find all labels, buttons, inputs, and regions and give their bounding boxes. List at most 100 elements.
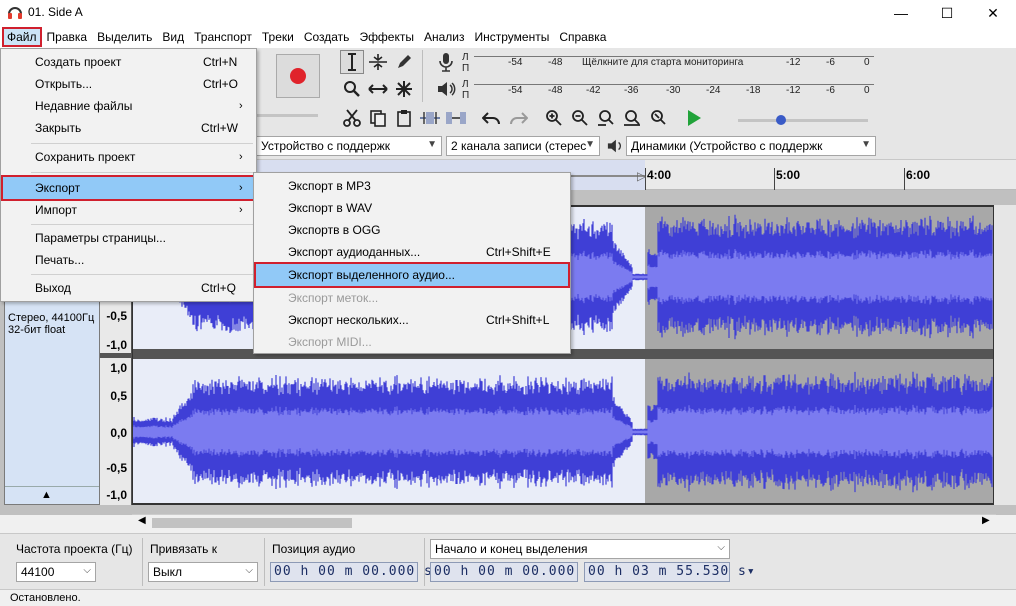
zoom-toggle-icon[interactable] <box>646 106 670 130</box>
menu-tools[interactable]: Инструменты <box>470 28 555 46</box>
status-text: Остановлено. <box>10 592 81 604</box>
chevron-right-icon: › <box>239 182 243 194</box>
chevron-right-icon: › <box>239 204 243 216</box>
zoom-in-icon[interactable] <box>542 106 566 130</box>
playback-volume-slider[interactable] <box>256 114 318 117</box>
export-ogg[interactable]: Экспортв в OGG <box>256 219 568 241</box>
record-meter[interactable]: -54 -48 Щёлкните для старта мониторинга … <box>474 56 874 70</box>
output-speaker-icon <box>604 136 626 156</box>
microphone-icon[interactable] <box>434 50 458 74</box>
meter-channel-left: Л <box>462 52 469 63</box>
export-mp3[interactable]: Экспорт в MP3 <box>256 175 568 197</box>
speaker-icon[interactable] <box>434 77 458 101</box>
menu-analyze[interactable]: Анализ <box>419 28 470 46</box>
play-at-speed-icon[interactable] <box>682 106 706 130</box>
fit-selection-icon[interactable] <box>594 106 618 130</box>
file-menu: Создать проект Ctrl+N Открыть... Ctrl+O … <box>0 48 257 302</box>
right-channel-rms <box>133 404 993 460</box>
file-menu-print[interactable]: Печать... <box>3 249 255 271</box>
menu-separator <box>31 143 253 144</box>
selection-end-field[interactable]: 00 h 03 m 55.530 s▾ <box>584 562 755 582</box>
menu-effects[interactable]: Эффекты <box>354 28 419 46</box>
collapse-arrow-icon: ▲ <box>41 489 52 501</box>
zoom-tool-icon[interactable] <box>340 77 364 101</box>
selection-start-field[interactable]: 00 h 00 m 00.000 s▾ <box>430 562 601 582</box>
monitoring-hint[interactable]: Щёлкните для старта мониторинга <box>582 57 743 68</box>
trim-icon[interactable] <box>418 106 442 130</box>
collapse-track-button[interactable]: ▲ <box>5 486 99 504</box>
output-device-select[interactable]: Динамики (Устройство с поддержк ▼ <box>626 136 876 156</box>
menu-tracks[interactable]: Треки <box>257 28 299 46</box>
copy-icon[interactable] <box>366 106 390 130</box>
input-device-select[interactable]: Устройство с поддержк ▼ <box>256 136 442 156</box>
file-menu-open[interactable]: Открыть... Ctrl+O <box>3 73 255 95</box>
play-speed-slider[interactable] <box>738 115 868 125</box>
file-menu-exit[interactable]: Выход Ctrl+Q <box>3 277 255 299</box>
toolbar-separator <box>422 50 423 102</box>
menu-transport[interactable]: Транспорт <box>189 28 257 46</box>
silence-icon[interactable] <box>444 106 468 130</box>
zoom-out-icon[interactable] <box>568 106 592 130</box>
cut-icon[interactable] <box>340 106 364 130</box>
meter-channel-left: Л <box>462 79 469 90</box>
project-rate-select[interactable]: 44100 ⌵ <box>16 562 96 582</box>
file-menu-close[interactable]: Закрыть Ctrl+W <box>3 117 255 139</box>
close-button[interactable]: ✕ <box>970 0 1016 26</box>
file-menu-new-project[interactable]: Создать проект Ctrl+N <box>3 51 255 73</box>
file-menu-save-project[interactable]: Сохранить проект › <box>3 146 255 168</box>
chevron-down-icon: ⌵ <box>83 565 91 576</box>
audio-position-field[interactable]: 00 h 00 m 00.000 s▾ <box>270 562 441 582</box>
timeshift-tool-icon[interactable] <box>366 77 390 101</box>
selection-toolbar: Частота проекта (Гц) 44100 ⌵ Привязать к … <box>0 533 1016 589</box>
menu-edit[interactable]: Правка <box>42 28 93 46</box>
track-format-info: Стерео, 44100Гц 32-бит float <box>8 312 95 336</box>
title-bar: 01. Side A — ☐ ✕ <box>0 0 1016 26</box>
channels-select[interactable]: 2 канала записи (стерес ▼ <box>446 136 600 156</box>
redo-icon[interactable] <box>506 106 530 130</box>
ruler-label: 5:00 <box>776 168 801 182</box>
file-menu-recent-files[interactable]: Недавние файлы › <box>3 95 255 117</box>
vertical-scrollbar[interactable] <box>994 205 1016 505</box>
selection-mode-select[interactable]: Начало и конец выделения ⌵ <box>430 539 730 559</box>
export-multiple[interactable]: Экспорт нескольких... Ctrl+Shift+L <box>256 309 568 331</box>
file-menu-import[interactable]: Импорт › <box>3 199 255 221</box>
chevron-right-icon: › <box>239 151 243 163</box>
scroll-thumb[interactable] <box>152 518 352 528</box>
menu-file[interactable]: Файл <box>2 27 42 47</box>
export-selected-audio[interactable]: Экспорт выделенного аудио... <box>254 262 570 288</box>
menu-help[interactable]: Справка <box>554 28 611 46</box>
scroll-right-icon[interactable]: ▶ <box>982 515 990 526</box>
record-icon <box>290 68 306 84</box>
fit-project-icon[interactable] <box>620 106 644 130</box>
file-menu-export[interactable]: Экспорт › <box>1 175 257 201</box>
menu-select[interactable]: Выделить <box>92 28 157 46</box>
file-menu-page-setup[interactable]: Параметры страницы... <box>3 227 255 249</box>
minimize-button[interactable]: — <box>878 0 924 26</box>
export-audio[interactable]: Экспорт аудиоданных... Ctrl+Shift+E <box>256 241 568 263</box>
paste-icon[interactable] <box>392 106 416 130</box>
menu-view[interactable]: Вид <box>157 28 189 46</box>
record-button[interactable] <box>276 54 320 98</box>
undo-icon[interactable] <box>480 106 504 130</box>
selection-tool-icon[interactable] <box>340 50 364 74</box>
chevron-down-icon: ▼ <box>585 139 595 150</box>
slider-thumb[interactable] <box>776 115 786 125</box>
export-wav[interactable]: Экспорт в WAV <box>256 197 568 219</box>
headphones-icon <box>8 7 22 19</box>
envelope-tool-icon[interactable] <box>366 50 390 74</box>
draw-tool-icon[interactable] <box>392 50 416 74</box>
chevron-right-icon: › <box>239 100 243 112</box>
scroll-left-icon[interactable]: ◀ <box>138 515 146 526</box>
export-submenu: Экспорт в MP3 Экспорт в WAV Экспортв в O… <box>253 172 571 354</box>
multi-tool-icon[interactable] <box>392 77 416 101</box>
horizontal-scrollbar[interactable]: ◀ ▶ <box>132 514 996 530</box>
menu-generate[interactable]: Создать <box>299 28 355 46</box>
maximize-button[interactable]: ☐ <box>924 0 970 26</box>
snap-to-select[interactable]: Выкл ⌵ <box>148 562 258 582</box>
chevron-down-icon: ▼ <box>427 139 437 150</box>
chevron-down-icon: ▼ <box>861 139 871 150</box>
audio-position-label: Позиция аудио <box>272 542 356 556</box>
snap-to-label: Привязать к <box>150 542 217 556</box>
playback-meter[interactable]: -54 -48 -42 -36 -30 -24 -18 -12 -6 0 <box>474 84 874 98</box>
menu-separator <box>31 274 253 275</box>
